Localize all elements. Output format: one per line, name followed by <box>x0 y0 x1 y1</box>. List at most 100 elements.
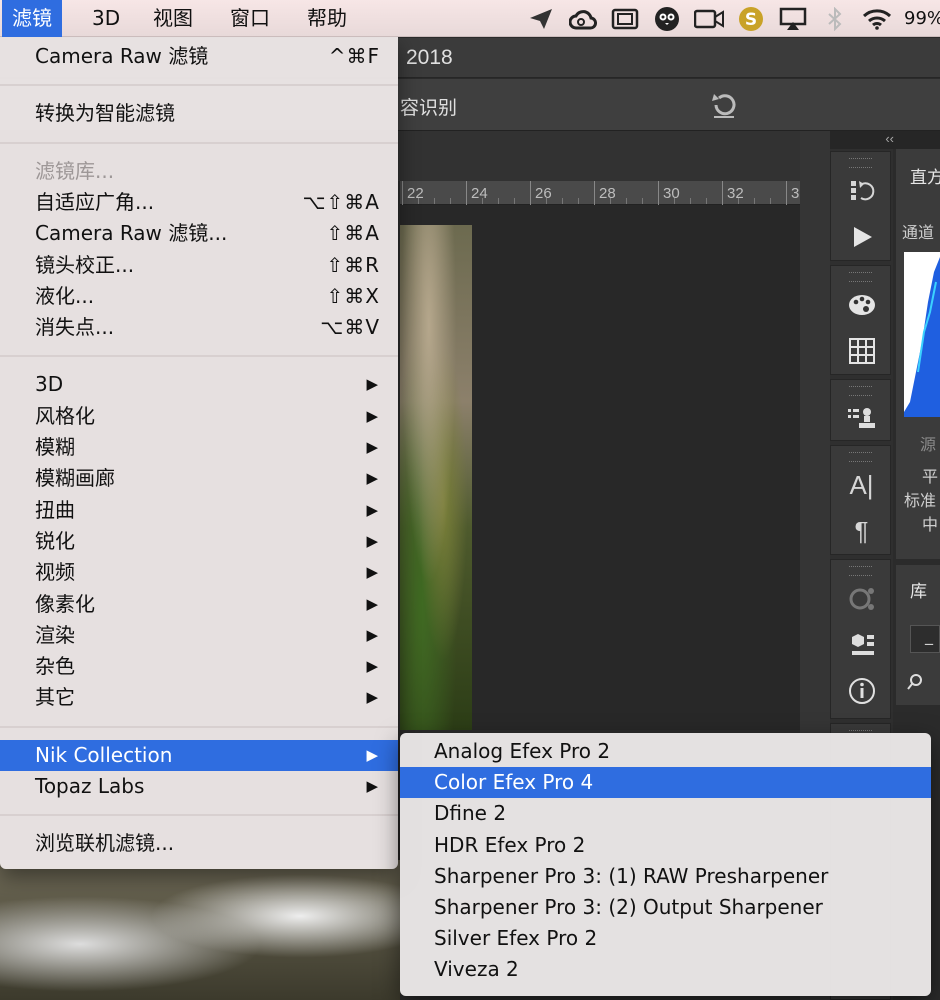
s-app-icon[interactable]: S <box>734 5 768 33</box>
grip-icon[interactable] <box>849 386 872 396</box>
menu-item-label: Nik Collection <box>35 742 173 767</box>
filter-menu-item[interactable]: 模糊画廊 ▶ <box>0 463 398 494</box>
ruler-tick <box>402 181 403 205</box>
filter-menu-item[interactable]: Camera Raw 滤镜... ⇧⌘A <box>0 218 398 249</box>
nik-menu-item[interactable]: HDR Efex Pro 2 <box>400 830 931 861</box>
menu-item-label: 转换为智能滤镜 <box>35 101 175 126</box>
menu-window[interactable]: 窗口 <box>220 0 280 37</box>
3d-layers-icon[interactable] <box>831 622 892 668</box>
stats-line-3: 中 <box>922 515 939 534</box>
source-label: 源 <box>920 435 937 454</box>
photo-canvas[interactable] <box>400 225 472 730</box>
filter-menu-item[interactable]: 转换为智能滤镜 <box>0 98 398 129</box>
owl-icon[interactable] <box>650 5 684 33</box>
creative-cloud-icon[interactable] <box>566 5 600 33</box>
ruler-minor-tick <box>690 198 691 204</box>
filter-menu-item[interactable]: Nik Collection ▶ <box>0 739 398 771</box>
filter-menu-item[interactable]: 渲染 ▶ <box>0 620 398 651</box>
filter-menu-item[interactable]: 风格化 ▶ <box>0 401 398 432</box>
library-select[interactable]: _ <box>910 625 940 653</box>
filter-menu-item[interactable]: 镜头校正... ⇧⌘R <box>0 250 398 281</box>
filter-menu-item[interactable]: Topaz Labs ▶ <box>0 771 398 802</box>
menu-3d[interactable]: 3D <box>82 0 130 37</box>
wifi-icon[interactable] <box>860 5 894 33</box>
menu-item-shortcut: ⇧⌘A <box>326 221 380 246</box>
menu-item-label: Topaz Labs <box>35 774 145 798</box>
color-palette-icon[interactable] <box>831 282 892 328</box>
camera-icon[interactable] <box>692 5 726 33</box>
menu-help[interactable]: 帮助 <box>297 0 357 37</box>
filter-menu-item[interactable]: 消失点... ⌥⌘V <box>0 312 398 343</box>
grip-icon[interactable] <box>849 452 872 462</box>
nik-menu-item[interactable]: Color Efex Pro 4 <box>400 767 931 799</box>
menu-item-label: Camera Raw 滤镜... <box>35 221 228 246</box>
filter-menu-item[interactable]: 像素化 ▶ <box>0 589 398 620</box>
nik-menu-item[interactable]: Silver Efex Pro 2 <box>400 923 931 954</box>
menu-item-label: 像素化 <box>35 591 95 616</box>
submenu-arrow-icon: ▶ <box>366 625 378 644</box>
library-panel-title[interactable]: 库 <box>910 577 927 602</box>
collapse-panels-icon[interactable]: ‹‹ <box>830 131 940 149</box>
airplay-icon[interactable] <box>776 5 810 33</box>
filter-menu-item[interactable]: 浏览联机滤镜... <box>0 828 398 859</box>
nik-menu-item[interactable]: Sharpener Pro 3: (1) RAW Presharpener <box>400 861 931 892</box>
channel-label: 通道 <box>902 223 935 242</box>
ruler-tick <box>466 181 467 205</box>
submenu-arrow-icon: ▶ <box>366 657 378 676</box>
ruler-minor-tick <box>562 198 563 204</box>
reset-icon[interactable] <box>708 89 740 121</box>
nik-menu-item[interactable]: Analog Efex Pro 2 <box>400 736 931 767</box>
status-tray: S 99% <box>516 0 940 37</box>
menu-separator <box>0 141 398 144</box>
content-aware-label[interactable]: 容识别 <box>400 93 457 120</box>
grip-icon[interactable] <box>849 158 872 168</box>
submenu-arrow-icon: ▶ <box>366 563 378 582</box>
ruler-tick <box>658 181 659 205</box>
filter-menu-item[interactable]: 3D ▶ <box>0 369 398 400</box>
menu-item-label: Sharpener Pro 3: (2) Output Sharpener <box>434 895 823 919</box>
tool-group-clone <box>830 379 891 441</box>
menu-item-label: Viveza 2 <box>434 957 519 982</box>
nik-menu-item[interactable]: Sharpener Pro 3: (2) Output Sharpener <box>400 892 931 923</box>
3d-materials-icon[interactable] <box>831 576 892 622</box>
nik-menu-item[interactable]: Dfine 2 <box>400 798 931 829</box>
nik-menu-item[interactable]: Viveza 2 <box>400 954 931 985</box>
paragraph-icon[interactable]: ¶ <box>831 508 892 554</box>
screen-icon[interactable] <box>608 5 642 33</box>
swatches-grid-icon[interactable] <box>831 328 892 374</box>
clone-source-icon[interactable] <box>831 396 892 442</box>
filter-menu-item[interactable]: Camera Raw 滤镜 ^⌘F <box>0 41 398 72</box>
ruler-minor-tick <box>626 198 627 204</box>
send-icon[interactable] <box>524 5 558 33</box>
grip-icon[interactable] <box>849 566 872 576</box>
grip-icon[interactable] <box>849 272 872 282</box>
menu-item-label: 视频 <box>35 560 75 585</box>
ruler-label: 26 <box>535 185 552 202</box>
filter-menu-item[interactable]: 锐化 ▶ <box>0 526 398 557</box>
character-icon[interactable]: A| <box>831 462 892 508</box>
submenu-arrow-icon: ▶ <box>366 406 378 425</box>
filter-menu-item[interactable]: 模糊 ▶ <box>0 432 398 463</box>
histogram-graph <box>904 252 940 417</box>
history-icon[interactable] <box>831 168 892 214</box>
menu-item-shortcut: ⇧⌘X <box>326 283 380 308</box>
filter-menu-item[interactable]: 自适应广角... ⌥⇧⌘A <box>0 187 398 218</box>
menu-view[interactable]: 视图 <box>143 0 203 37</box>
bluetooth-icon[interactable] <box>818 5 852 33</box>
menu-item-label: Sharpener Pro 3: (1) RAW Presharpener <box>434 863 829 888</box>
ruler-label: 22 <box>407 185 424 202</box>
info-icon[interactable] <box>831 668 892 714</box>
menu-item-shortcut: ⇧⌘R <box>326 252 380 277</box>
histogram-panel-title[interactable]: 直方 <box>910 163 940 188</box>
search-icon[interactable] <box>906 673 924 696</box>
filter-menu-item[interactable]: 视频 ▶ <box>0 557 398 588</box>
filter-menu-item[interactable]: 其它 ▶ <box>0 682 398 713</box>
menu-filter[interactable]: 滤镜 <box>2 0 62 37</box>
ruler-minor-tick <box>418 198 419 204</box>
menu-item-label: Silver Efex Pro 2 <box>434 926 598 951</box>
battery-percentage[interactable]: 99% <box>904 8 940 29</box>
filter-menu-item[interactable]: 扭曲 ▶ <box>0 495 398 526</box>
filter-menu-item[interactable]: 液化... ⇧⌘X <box>0 281 398 312</box>
filter-menu-item[interactable]: 杂色 ▶ <box>0 651 398 682</box>
play-icon[interactable] <box>831 214 892 260</box>
